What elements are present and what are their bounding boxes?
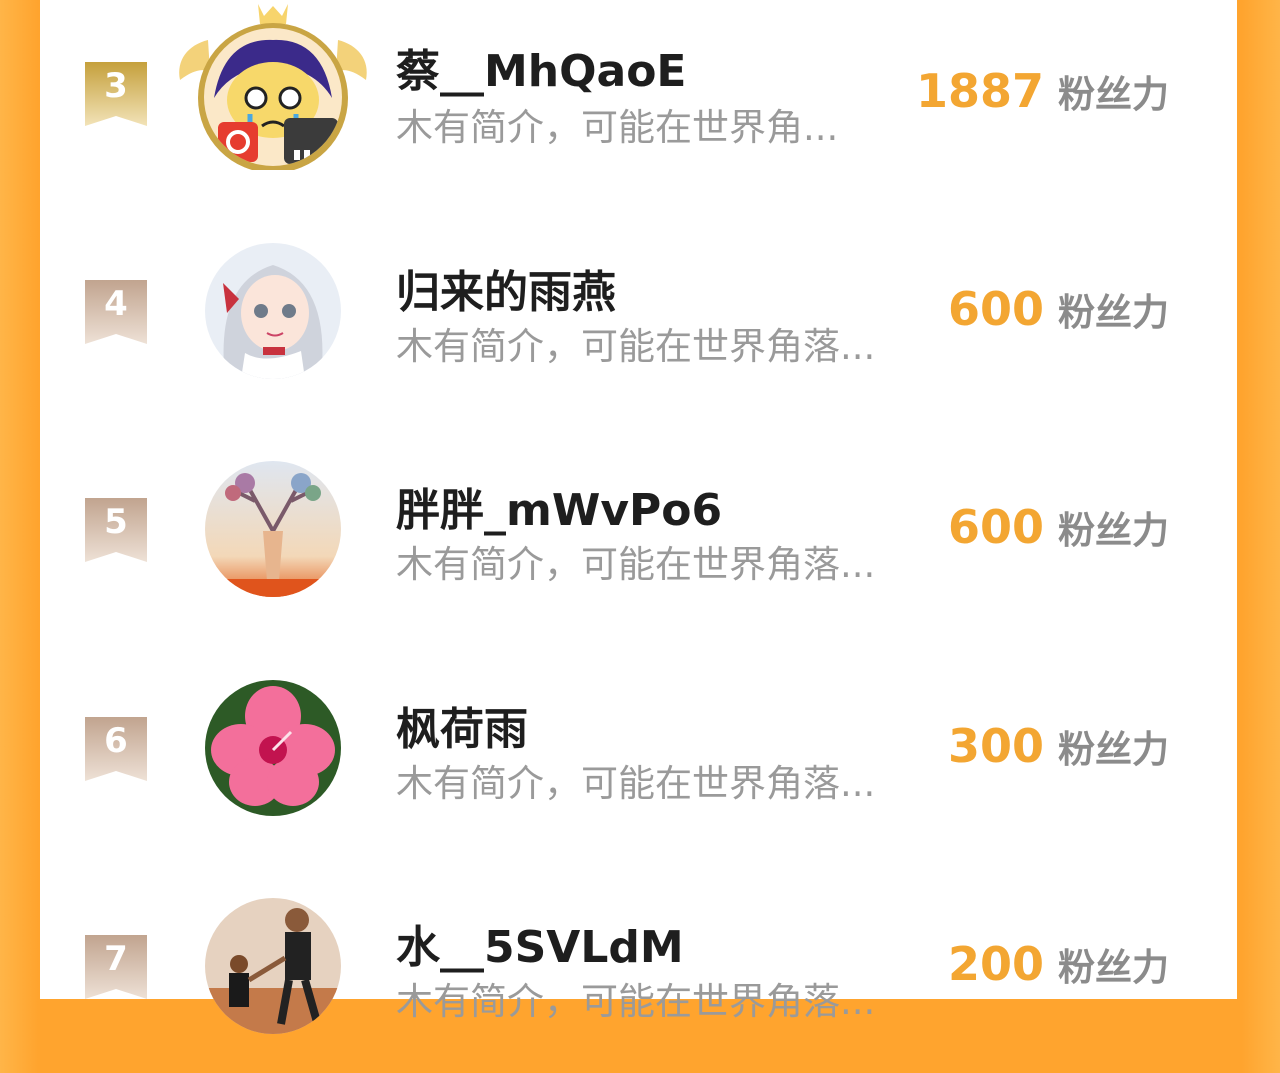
rank-badge-gold: 3: [85, 62, 147, 126]
anime-girl-avatar-icon: [205, 243, 341, 379]
fan-ranking-list: 3 蔡__MhQaoE 木有简介，可能在世界角... 1887 粉丝力 4 归来…: [40, 0, 1237, 1034]
rank-number: 7: [104, 939, 128, 979]
rank-number: 6: [104, 721, 128, 761]
score-unit: 粉丝力: [1058, 728, 1169, 771]
score-value: 600: [947, 282, 1044, 336]
pink-flower-avatar-icon: [205, 680, 341, 816]
rank-badge: 7: [85, 935, 147, 999]
list-item[interactable]: 3 蔡__MhQaoE 木有简介，可能在世界角... 1887 粉丝力: [40, 0, 1237, 200]
user-bio: 木有简介，可能在世界角落...: [396, 980, 876, 1023]
fan-power-score: 600 粉丝力: [948, 282, 1169, 336]
list-item[interactable]: 7 水__5SVLdM 木有简介，可能在世界角落... 200 粉丝力: [40, 873, 1237, 1073]
avatar[interactable]: [205, 898, 341, 1034]
score-value: 200: [947, 937, 1044, 991]
list-item[interactable]: 4 归来的雨燕 木有简介，可能在世界角落... 600 粉丝力: [40, 218, 1237, 418]
score-value: 600: [947, 500, 1044, 554]
score-unit: 粉丝力: [1058, 73, 1169, 116]
deer-art-avatar-icon: [205, 461, 341, 597]
fan-power-score: 600 粉丝力: [948, 500, 1169, 554]
score-value: 300: [947, 719, 1044, 773]
score-unit: 粉丝力: [1058, 291, 1169, 334]
avatar[interactable]: [205, 680, 341, 816]
user-name[interactable]: 蔡__MhQaoE: [396, 35, 687, 99]
user-bio: 木有简介，可能在世界角落...: [396, 762, 876, 805]
rank-number: 5: [104, 502, 128, 542]
avatar[interactable]: [205, 461, 341, 597]
score-unit: 粉丝力: [1058, 509, 1169, 552]
rank-badge: 4: [85, 280, 147, 344]
score-value: 1887: [915, 64, 1044, 118]
basketball-photo-avatar-icon: [205, 898, 341, 1034]
list-item[interactable]: 5 胖胖_mWvPo6 木有简介，可能在世界角落... 600 粉丝力: [40, 436, 1237, 636]
rank-badge: 5: [85, 498, 147, 562]
fan-power-score: 200 粉丝力: [948, 937, 1169, 991]
list-item[interactable]: 6 枫荷雨 木有简介，可能在世界角落... 300 粉丝力: [40, 655, 1237, 855]
user-bio: 木有简介，可能在世界角落...: [396, 325, 876, 368]
avatar[interactable]: [205, 243, 341, 379]
score-unit: 粉丝力: [1058, 946, 1169, 989]
user-name[interactable]: 水__5SVLdM: [396, 911, 684, 975]
user-name[interactable]: 胖胖_mWvPo6: [396, 474, 722, 538]
user-name[interactable]: 归来的雨燕: [396, 256, 616, 320]
fan-power-score: 1887 粉丝力: [916, 64, 1169, 118]
cartoon-avatar-icon: [204, 28, 342, 166]
rank-number: 3: [104, 66, 128, 106]
user-name[interactable]: 枫荷雨: [396, 693, 528, 757]
user-bio: 木有简介，可能在世界角...: [396, 106, 839, 149]
rank-number: 4: [104, 284, 128, 324]
fan-power-score: 300 粉丝力: [948, 719, 1169, 773]
rank-badge: 6: [85, 717, 147, 781]
user-bio: 木有简介，可能在世界角落...: [396, 543, 876, 586]
avatar[interactable]: [179, 4, 367, 170]
